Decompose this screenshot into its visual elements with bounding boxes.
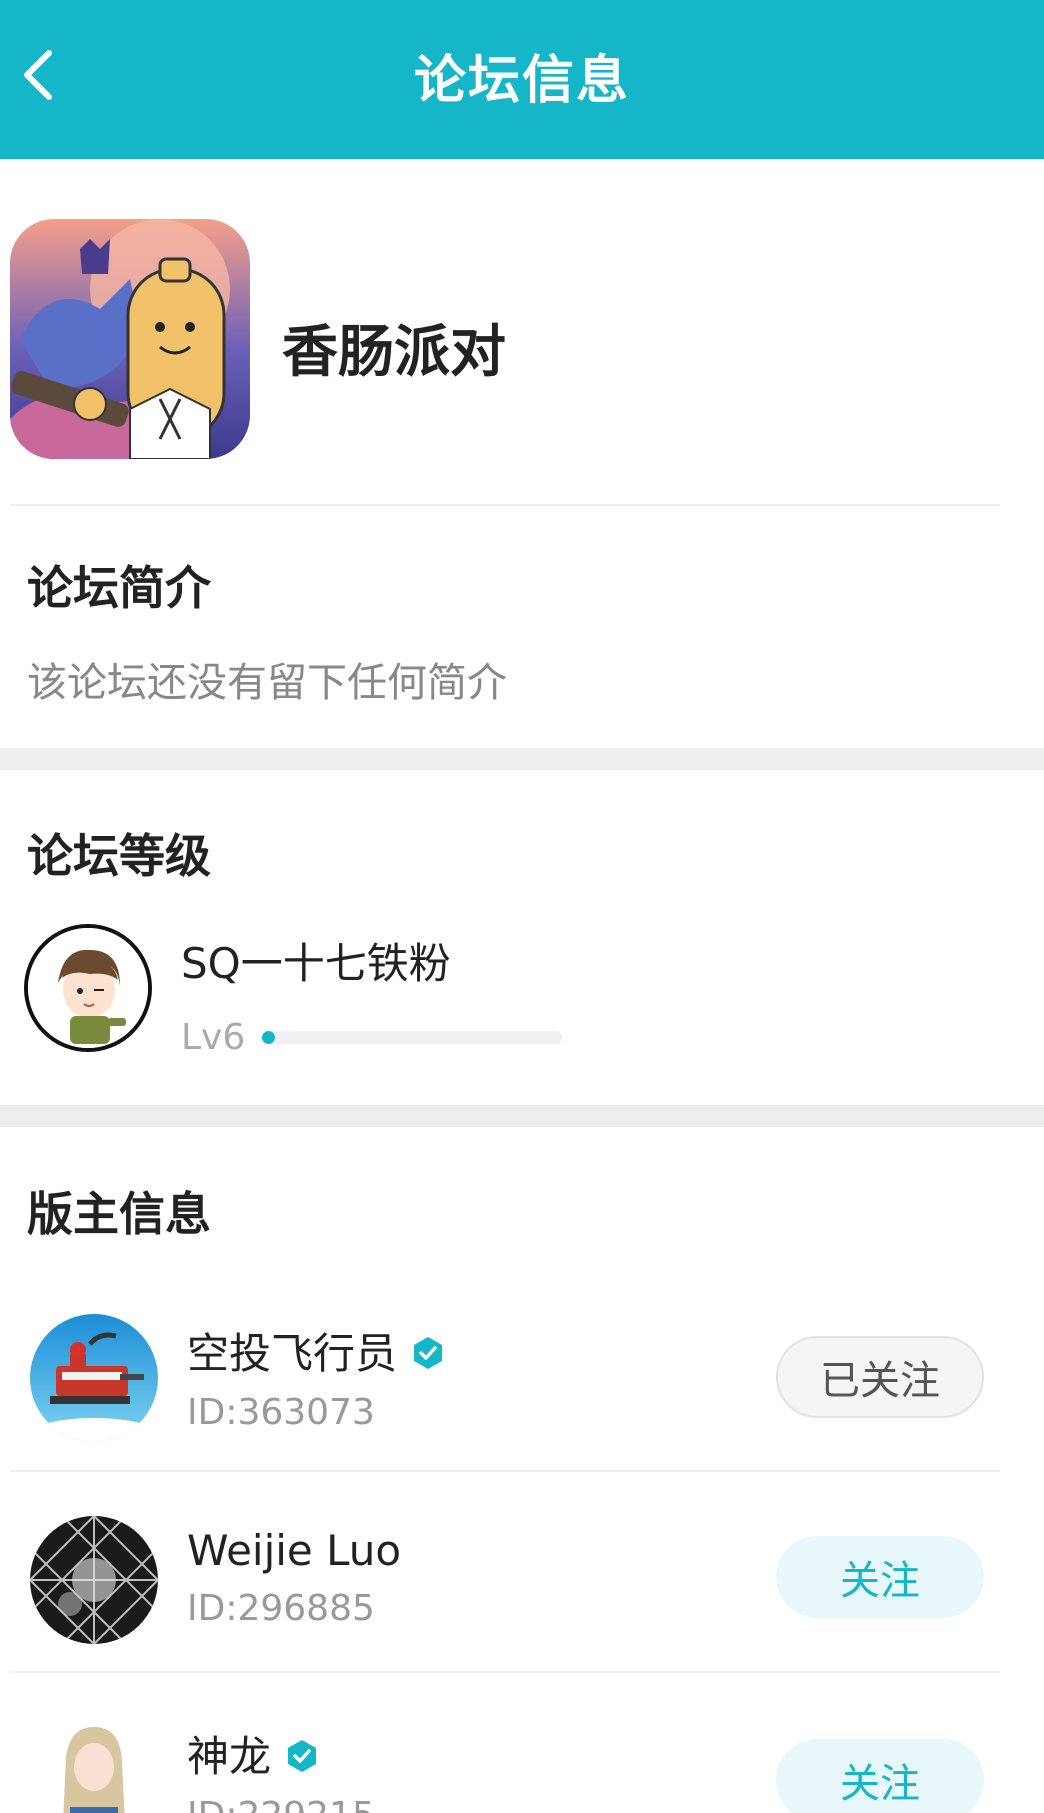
section-separator [0, 1105, 1044, 1127]
avatar[interactable] [30, 1314, 158, 1442]
moderator-id: ID:229215 [187, 1795, 375, 1813]
level-title: 论坛等级 [27, 829, 211, 883]
level-progress-bar [262, 1031, 562, 1044]
section-separator [0, 748, 1044, 770]
follow-button[interactable]: 关注 [776, 1536, 984, 1618]
moderator-name: Weijie Luo [187, 1526, 402, 1575]
moderator-id: ID:296885 [187, 1588, 375, 1629]
page-title: 论坛信息 [413, 51, 630, 111]
follow-button[interactable]: 已关注 [776, 1336, 984, 1418]
avatar[interactable] [30, 1717, 158, 1813]
verified-badge-icon [414, 1337, 442, 1369]
moderator-row[interactable]: Weijie Luo ID:296885 关注 [0, 1472, 1044, 1672]
moderator-name: 空投飞行员 [187, 1329, 398, 1378]
level-label: Lv6 [181, 1017, 246, 1058]
forum-name: 香肠派对 [282, 320, 506, 385]
follow-button[interactable]: 关注 [776, 1739, 984, 1813]
moderators-title: 版主信息 [27, 1187, 211, 1241]
level-user-name: SQ一十七铁粉 [181, 939, 451, 988]
intro-text: 该论坛还没有留下任何简介 [27, 660, 507, 706]
game-icon [10, 219, 250, 459]
avatar[interactable] [30, 1516, 158, 1644]
moderator-row[interactable]: 神龙 ID:229215 关注 [0, 1673, 1044, 1813]
level-progress-fill [262, 1031, 275, 1044]
verified-badge-icon [288, 1740, 316, 1772]
intro-title: 论坛简介 [27, 561, 211, 615]
forum-header: 香肠派对 [0, 159, 1044, 506]
moderator-row[interactable]: 空投飞行员 ID:363073 已关注 [0, 1270, 1044, 1470]
top-bar: 论坛信息 [0, 0, 1044, 159]
moderator-id: ID:363073 [187, 1392, 375, 1433]
forum-info-page: 论坛信息 香肠派对 论坛简介 该论坛还没有留下任何简介 论坛等级 SQ一十七铁粉… [0, 0, 1044, 1813]
moderator-name: 神龙 [187, 1732, 272, 1781]
avatar[interactable] [24, 924, 152, 1052]
divider [10, 504, 1000, 506]
